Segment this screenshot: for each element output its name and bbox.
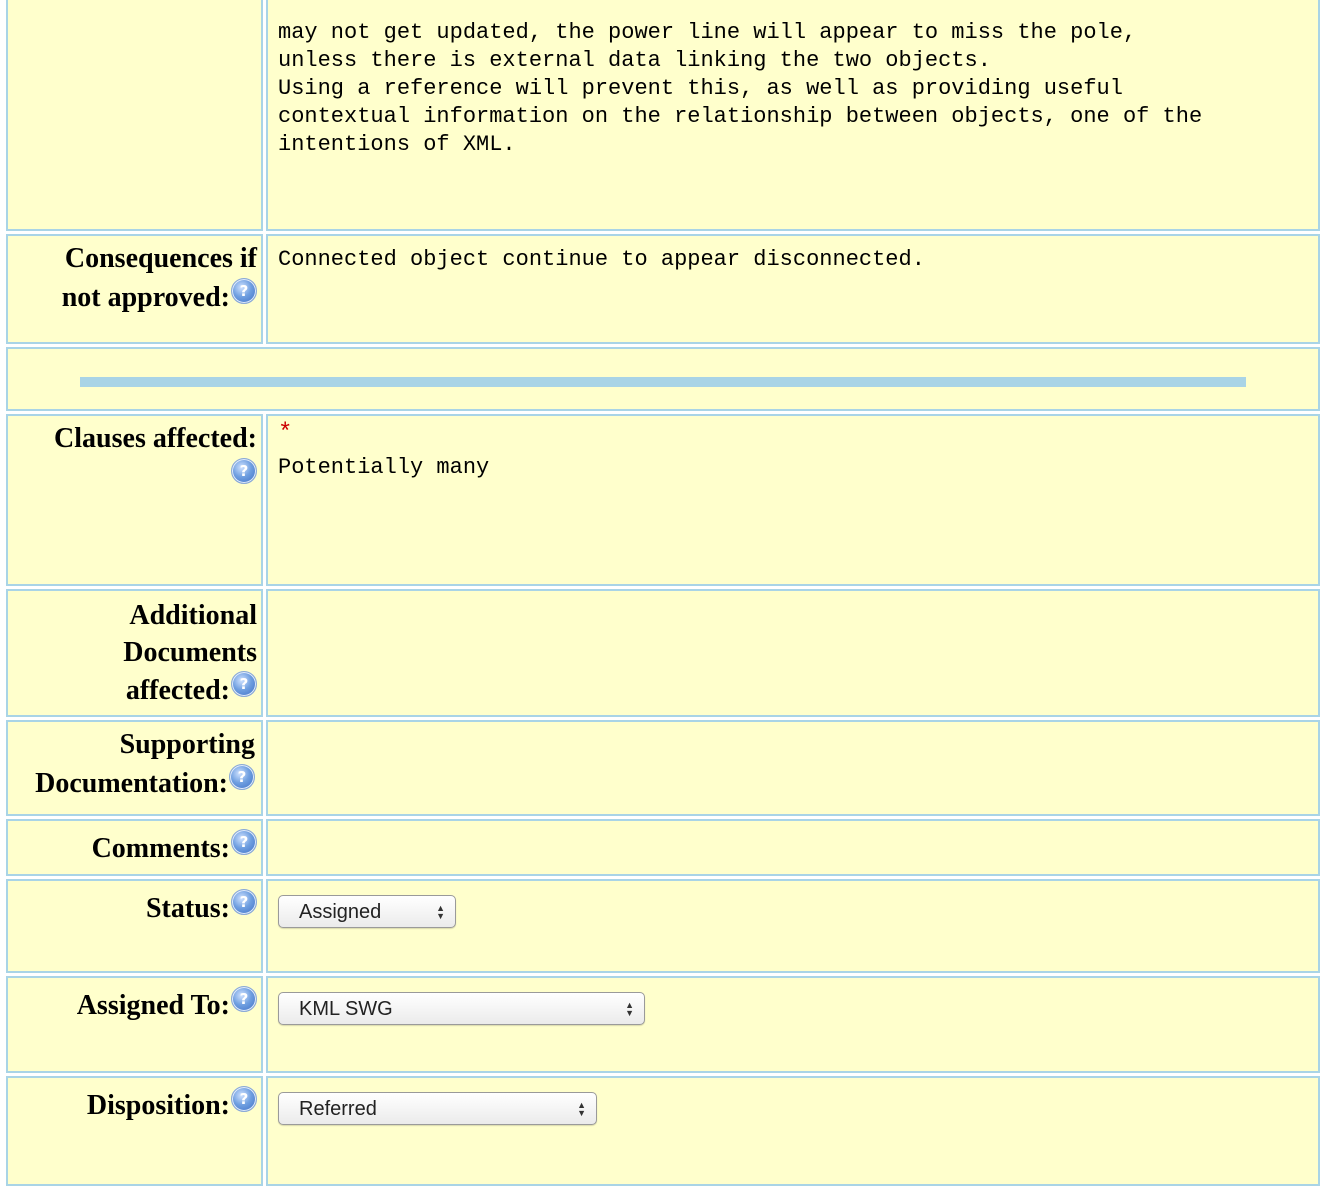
additional-docs-label-line3: affected: (125, 675, 230, 706)
select-arrows-icon: ▲ ▼ (577, 1099, 586, 1118)
status-label: Status:? (6, 879, 263, 973)
comments-value (266, 819, 1320, 876)
clauses-label-text: Clauses affected: (54, 423, 257, 454)
supporting-docs-label-line1: Supporting (119, 729, 255, 760)
status-cell: Assigned ▲ ▼ (266, 879, 1320, 973)
comments-label-text: Comments: (91, 833, 230, 864)
assigned-to-cell: KML SWG ▲ ▼ (266, 976, 1320, 1073)
supporting-docs-value (266, 720, 1320, 816)
justification-row: may not get updated, the power line will… (6, 0, 1320, 231)
justification-line: contextual information on the relationsh… (278, 104, 1203, 129)
clauses-text: Potentially many (278, 455, 490, 480)
comments-label: Comments:? (6, 819, 263, 876)
status-select[interactable]: Assigned ▲ ▼ (278, 895, 456, 928)
justification-line: unless there is external data linking th… (278, 48, 991, 73)
help-icon[interactable]: ? (229, 764, 255, 790)
select-arrows-icon: ▲ ▼ (625, 999, 634, 1018)
help-icon[interactable]: ? (231, 889, 257, 915)
required-marker: * (278, 420, 293, 447)
help-icon[interactable]: ? (231, 278, 257, 304)
disposition-row: Disposition:? Referred ▲ ▼ (6, 1076, 1320, 1186)
justification-label-cell (6, 0, 263, 231)
clauses-value: * Potentially many (266, 414, 1320, 586)
disposition-label-text: Disposition: (86, 1090, 230, 1121)
clauses-label: Clauses affected: ? (6, 414, 263, 586)
select-arrows-icon: ▲ ▼ (436, 902, 445, 921)
additional-docs-label-line2: Documents (123, 637, 257, 668)
consequences-label: Consequences if not approved:? (6, 234, 263, 344)
supporting-docs-label-line2: Documentation: (35, 768, 228, 799)
change-request-form: may not get updated, the power line will… (3, 0, 1323, 1189)
status-selected-value: Assigned (299, 900, 382, 923)
consequences-label-line2: not approved: (61, 282, 230, 313)
section-divider (6, 347, 1320, 411)
disposition-cell: Referred ▲ ▼ (266, 1076, 1320, 1186)
assigned-to-selected-value: KML SWG (299, 997, 393, 1020)
consequences-row: Consequences if not approved:? Connected… (6, 234, 1320, 344)
supporting-docs-row: Supporting Documentation:? (6, 720, 1320, 816)
clauses-row: Clauses affected: ? * Potentially many (6, 414, 1320, 586)
help-icon[interactable]: ? (231, 671, 257, 697)
help-icon[interactable]: ? (231, 829, 257, 855)
help-icon[interactable]: ? (231, 986, 257, 1012)
additional-docs-label-line1: Additional (129, 600, 257, 631)
assigned-to-select[interactable]: KML SWG ▲ ▼ (278, 992, 645, 1025)
divider-bar (80, 377, 1246, 387)
justification-value: may not get updated, the power line will… (266, 0, 1320, 231)
status-label-text: Status: (145, 893, 230, 924)
assigned-to-label-text: Assigned To: (76, 990, 230, 1021)
justification-line: intentions of XML. (278, 132, 516, 157)
disposition-selected-value: Referred (299, 1097, 377, 1120)
consequences-value: Connected object continue to appear disc… (266, 234, 1320, 344)
section-divider-row (6, 347, 1320, 411)
additional-docs-value (266, 589, 1320, 717)
justification-line: Using a reference will prevent this, as … (278, 76, 1123, 101)
disposition-select[interactable]: Referred ▲ ▼ (278, 1092, 597, 1125)
consequences-label-line1: Consequences if (64, 243, 257, 274)
status-row: Status:? Assigned ▲ ▼ (6, 879, 1320, 973)
additional-docs-label: Additional Documents affected:? (6, 589, 263, 717)
additional-docs-row: Additional Documents affected:? (6, 589, 1320, 717)
supporting-docs-label: Supporting Documentation:? (6, 720, 263, 816)
disposition-label: Disposition:? (6, 1076, 263, 1186)
help-icon[interactable]: ? (231, 1086, 257, 1112)
justification-line: may not get updated, the power line will… (278, 20, 1137, 45)
assigned-to-row: Assigned To:? KML SWG ▲ ▼ (6, 976, 1320, 1073)
help-icon[interactable]: ? (231, 458, 257, 484)
assigned-to-label: Assigned To:? (6, 976, 263, 1073)
comments-row: Comments:? (6, 819, 1320, 876)
